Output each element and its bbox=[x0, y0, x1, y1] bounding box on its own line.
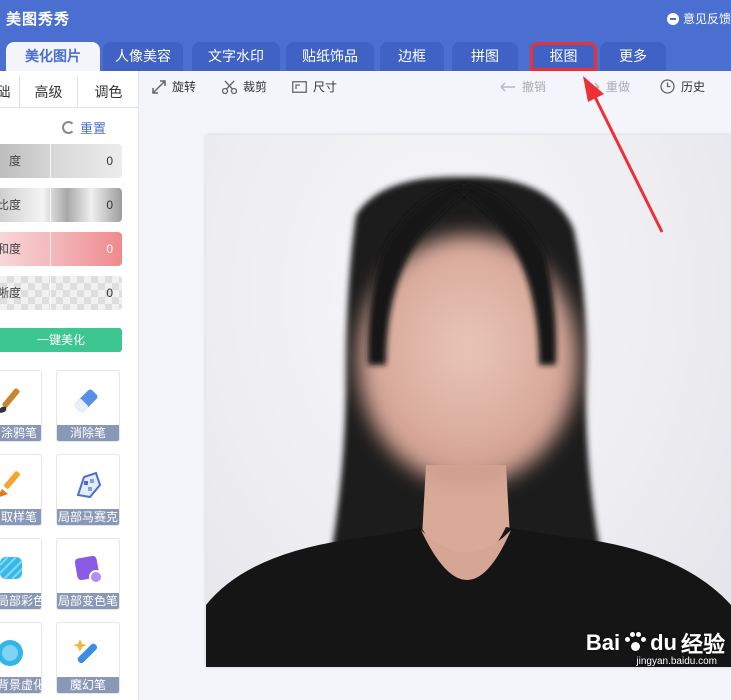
watermark-url: jingyan.baidu.com bbox=[636, 656, 717, 667]
tool-label: 局部马赛克 bbox=[57, 509, 119, 525]
tool-label: 涂鸦笔 bbox=[0, 425, 41, 441]
tab-text-watermark[interactable]: 文字水印 bbox=[192, 42, 280, 71]
chat-bubble-icon bbox=[666, 12, 679, 25]
sharpness-slider[interactable]: 晰度 0 bbox=[0, 276, 122, 310]
undo-label: 撤销 bbox=[522, 80, 547, 94]
app-title: 美图秀秀 bbox=[6, 11, 71, 28]
image-canvas[interactable]: Bai du 经验 jingyan.baidu.com bbox=[140, 101, 731, 700]
tool-label: 背景虚化 bbox=[0, 677, 41, 693]
sharpness-label: 晰度 bbox=[0, 286, 21, 300]
tool-label: 局部变色笔 bbox=[57, 593, 119, 609]
tab-frame[interactable]: 边框 bbox=[380, 42, 444, 71]
watermark-brand-2: du bbox=[650, 630, 677, 655]
saturation-slider[interactable]: 和度 0 bbox=[0, 232, 122, 266]
sharpness-value: 0 bbox=[106, 286, 113, 300]
reset-icon bbox=[62, 121, 75, 134]
subtab-advanced[interactable]: 高级 bbox=[20, 76, 78, 108]
tool-recolor-pen[interactable]: 局部变色笔 bbox=[56, 538, 120, 610]
resize-icon bbox=[292, 80, 307, 93]
sample-brush-icon bbox=[0, 471, 20, 497]
rotate-label: 旋转 bbox=[172, 80, 197, 94]
crop-button[interactable]: 裁剪 bbox=[222, 78, 267, 95]
contrast-slider[interactable]: 比度 0 bbox=[0, 188, 122, 222]
mosaic-pen-icon bbox=[76, 471, 102, 499]
recolor-pen-icon bbox=[74, 555, 103, 584]
tool-eraser-pen[interactable]: 消除笔 bbox=[56, 370, 120, 442]
portrait-illustration bbox=[206, 176, 731, 667]
brightness-slider[interactable]: 度 0 bbox=[0, 144, 122, 178]
sub-tab-bar: 础 高级 调色 bbox=[0, 76, 138, 108]
redo-arrow-icon bbox=[585, 81, 600, 92]
brightness-value: 0 bbox=[106, 154, 113, 168]
contrast-value: 0 bbox=[106, 198, 113, 212]
brightness-label: 度 bbox=[8, 154, 21, 168]
tool-label: 消除笔 bbox=[57, 425, 119, 441]
blur-icon bbox=[0, 640, 23, 666]
tab-more[interactable]: 更多 bbox=[600, 42, 666, 71]
scissors-icon bbox=[222, 80, 237, 94]
tab-stickers[interactable]: 贴纸饰品 bbox=[286, 42, 374, 71]
tool-label: 魔幻笔 bbox=[57, 677, 119, 693]
history-button[interactable]: 历史 bbox=[660, 78, 705, 95]
subtab-color[interactable]: 调色 bbox=[78, 76, 138, 108]
tab-beautify[interactable]: 美化图片 bbox=[6, 42, 100, 71]
edit-toolbar: 旋转 裁剪 尺寸 撤销 重做 历史 bbox=[140, 71, 731, 101]
tab-collage[interactable]: 拼图 bbox=[452, 42, 518, 71]
tool-label: 取样笔 bbox=[0, 509, 41, 525]
subtab-basic[interactable]: 础 bbox=[0, 76, 20, 108]
undo-arrow-icon bbox=[500, 81, 515, 92]
undo-button[interactable]: 撤销 bbox=[500, 78, 546, 95]
portrait-photo[interactable]: Bai du 经验 jingyan.baidu.com bbox=[206, 135, 731, 667]
one-key-beautify-button[interactable]: 一键美化 bbox=[0, 328, 122, 352]
tool-label: 局部彩色笔 bbox=[0, 593, 41, 609]
size-button[interactable]: 尺寸 bbox=[292, 78, 337, 95]
main-tab-bar: 美化图片 人像美容 文字水印 贴纸饰品 边框 拼图 抠图 更多 bbox=[0, 36, 731, 71]
crop-label: 裁剪 bbox=[243, 80, 268, 94]
tool-mosaic-pen[interactable]: 局部马赛克 bbox=[56, 454, 120, 526]
magic-pen-icon bbox=[73, 639, 98, 664]
redo-button[interactable]: 重做 bbox=[584, 78, 630, 95]
tool-color-pen[interactable]: 局部彩色笔 bbox=[0, 538, 42, 610]
rotate-button[interactable]: 旋转 bbox=[152, 78, 196, 95]
paintbrush-icon bbox=[0, 388, 20, 413]
tool-background-blur[interactable]: 背景虚化 bbox=[0, 622, 42, 694]
title-bar: 美图秀秀 意见反馈 bbox=[0, 0, 731, 36]
feedback-button[interactable]: 意见反馈 bbox=[666, 10, 731, 27]
size-label: 尺寸 bbox=[313, 80, 338, 94]
redo-label: 重做 bbox=[606, 80, 631, 94]
watermark-brand-cn: 经验 bbox=[680, 632, 725, 657]
feedback-label: 意见反馈 bbox=[682, 12, 731, 26]
tab-cutout[interactable]: 抠图 bbox=[530, 42, 597, 71]
rotate-icon bbox=[152, 79, 166, 94]
history-label: 历史 bbox=[681, 80, 706, 94]
contrast-label: 比度 bbox=[0, 198, 21, 212]
paw-icon bbox=[624, 632, 647, 654]
reset-button[interactable]: 重置 bbox=[62, 118, 106, 137]
tool-sample-pen[interactable]: 取样笔 bbox=[0, 454, 42, 526]
reset-label: 重置 bbox=[80, 121, 107, 136]
tab-portrait[interactable]: 人像美容 bbox=[103, 42, 183, 71]
color-pen-icon bbox=[0, 556, 23, 580]
tool-magic-pen[interactable]: 魔幻笔 bbox=[56, 622, 120, 694]
clock-icon bbox=[660, 79, 675, 94]
saturation-label: 和度 bbox=[0, 242, 21, 256]
watermark-brand: Bai bbox=[585, 630, 621, 655]
baidu-watermark: Bai du 经验 bbox=[586, 627, 725, 659]
adjust-panel: 础 高级 调色 重置 度 0 比度 0 和度 0 晰度 0 一键美化 涂鸦笔 bbox=[0, 71, 139, 700]
saturation-value: 0 bbox=[106, 242, 113, 256]
tool-doodle-pen[interactable]: 涂鸦笔 bbox=[0, 370, 42, 442]
eraser-icon bbox=[74, 389, 98, 413]
